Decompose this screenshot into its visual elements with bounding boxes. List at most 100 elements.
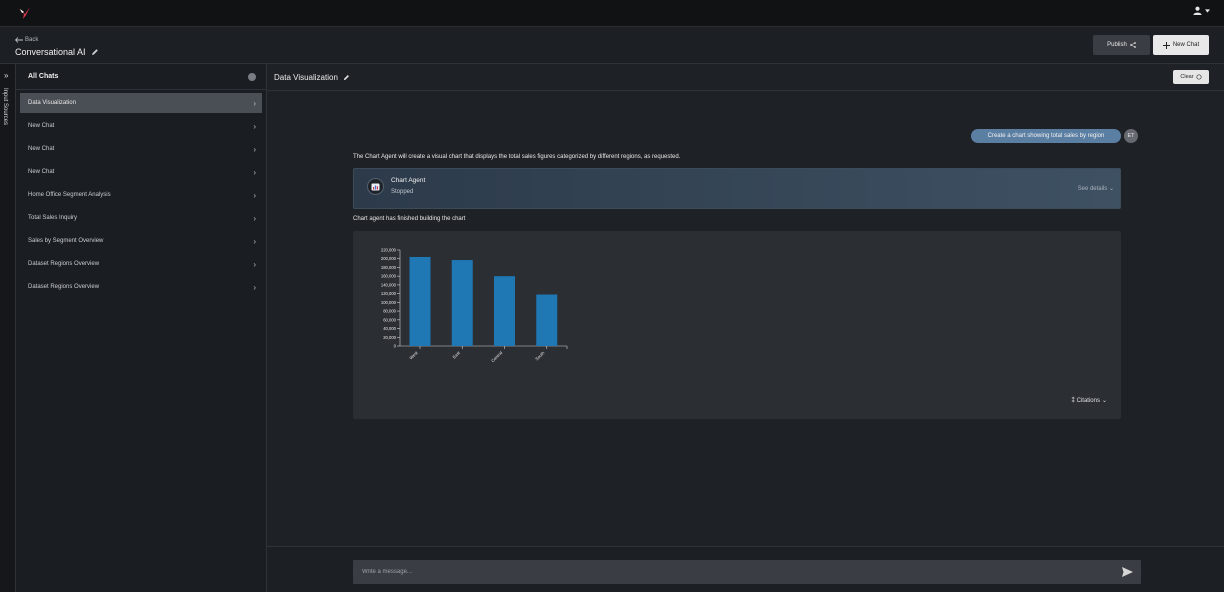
clear-button[interactable]: Clear <box>1173 70 1209 84</box>
app-title: Conversational AI <box>15 47 99 57</box>
bar <box>409 256 431 346</box>
citations-icon: ⁑ <box>1071 398 1075 404</box>
chat-item-dataset-regions-overview[interactable]: Dataset Regions Overview › <box>20 254 262 274</box>
bar <box>536 294 558 346</box>
chat-sidebar: All Chats Data Visualization › New Chat › … <box>16 64 267 592</box>
back-label: Back <box>25 37 39 43</box>
chevron-down-icon: ⌄ <box>1108 186 1114 192</box>
y-tick-label: 220,000 <box>381 248 397 253</box>
chart-finished-text: Chart agent has finished building the ch… <box>353 216 466 222</box>
sidebar-title: All Chats <box>28 73 59 80</box>
chevron-right-icon: › <box>253 144 256 154</box>
y-tick-label: 140,000 <box>381 282 397 287</box>
chat-item-total-sales-inquiry[interactable]: Total Sales Inquiry › <box>20 208 262 228</box>
assistant-response-text: The Chart Agent will create a visual cha… <box>353 154 681 160</box>
message-input[interactable] <box>353 560 1141 584</box>
chat-item-label: New Chat <box>28 146 55 152</box>
chevron-right-icon: › <box>253 167 256 177</box>
bar-chart: 0 20,000 40,000 60,000 80,000 100,000 120,000 1… <box>381 248 568 363</box>
x-tick-label: East <box>451 350 461 360</box>
chevron-right-icon: › <box>253 98 256 108</box>
new-chat-label: New Chat <box>1172 42 1200 48</box>
app-title-text: Conversational AI <box>15 47 86 57</box>
x-tick-label: Central <box>490 350 503 363</box>
citations-label: Citations <box>1076 397 1100 404</box>
share-icon <box>1129 42 1136 48</box>
chart-agent-icon <box>367 178 384 195</box>
x-tick-label: South <box>534 350 546 362</box>
chevron-right-icon: › <box>253 213 256 223</box>
citations-toggle[interactable]: ⁑ Citations ⌄ <box>1071 397 1107 405</box>
chat-item-new-chat[interactable]: New Chat › <box>20 162 262 182</box>
see-details-link[interactable]: See details ⌄ <box>1078 185 1114 192</box>
bar <box>494 276 515 346</box>
y-tick-label: 40,000 <box>383 326 396 331</box>
y-tick-label: 160,000 <box>381 274 397 279</box>
publish-button[interactable]: Publish <box>1093 35 1150 55</box>
chat-item-label: Total Sales Inquiry <box>28 215 78 221</box>
edit-pencil-icon[interactable] <box>343 74 350 81</box>
chat-item-label: Data Visualization <box>28 100 76 106</box>
chat-item-label: New Chat <box>28 169 55 175</box>
chat-list: Data Visualization › New Chat › New Chat › … <box>16 90 266 297</box>
agent-status-card: Chart Agent Stopped See details ⌄ <box>353 168 1121 209</box>
publish-label: Publish <box>1107 42 1127 48</box>
chevron-right-icon: › <box>253 121 256 131</box>
reset-icon <box>1196 74 1202 80</box>
top-bar <box>0 0 1224 27</box>
back-link[interactable]: Back <box>15 37 38 43</box>
chat-item-new-chat[interactable]: New Chat › <box>20 139 262 159</box>
chat-item-label: Dataset Regions Overview <box>28 261 100 267</box>
new-chat-button[interactable]: New Chat <box>1153 35 1209 55</box>
y-tick-label: 80,000 <box>383 309 396 314</box>
chart-card: 0 20,000 40,000 60,000 80,000 100,000 120,000 1… <box>353 231 1121 419</box>
y-tick-label: 0 <box>394 344 397 349</box>
sidebar-header: All Chats <box>16 64 266 90</box>
hummingbird-logo-icon[interactable] <box>16 5 32 21</box>
input-sources-tab[interactable]: Input Sources <box>2 88 8 125</box>
user-icon <box>1193 6 1202 15</box>
chat-item-dataset-regions-overview[interactable]: Dataset Regions Overview › <box>20 277 262 297</box>
y-tick-label: 120,000 <box>381 291 397 296</box>
y-tick-label: 60,000 <box>383 317 396 322</box>
plus-icon <box>1162 41 1170 49</box>
avatar: ET <box>1124 129 1138 143</box>
send-icon <box>1121 567 1133 577</box>
chat-item-label: Sales by Segment Overview <box>28 238 104 244</box>
chat-header: Data Visualization <box>267 64 1224 91</box>
bar <box>451 260 473 346</box>
chevron-right-icon: › <box>253 236 256 246</box>
x-tick-label: West <box>408 350 419 361</box>
y-tick-label: 200,000 <box>381 256 397 261</box>
composer <box>267 546 1224 592</box>
y-tick-label: 180,000 <box>381 265 397 270</box>
chat-item-label: Home Office Segment Analysis <box>28 192 111 198</box>
chat-item-label: New Chat <box>28 123 55 129</box>
chat-item-data-visualization[interactable]: Data Visualization › <box>20 93 262 113</box>
chevron-down-icon: ⌄ <box>1101 398 1107 404</box>
caret-down-icon <box>1205 8 1210 13</box>
agent-name: Chart Agent <box>391 177 426 184</box>
input-sources-rail: » Input Sources <box>0 64 16 592</box>
agent-status: Stopped <box>391 189 414 195</box>
user-menu[interactable] <box>1193 6 1210 15</box>
chat-item-home-office-segment-analysis[interactable]: Home Office Segment Analysis › <box>20 185 262 205</box>
chevron-right-icon: › <box>253 259 256 269</box>
y-tick-label: 100,000 <box>381 300 397 305</box>
chevron-right-icon: › <box>253 190 256 200</box>
clear-label: Clear <box>1180 74 1194 80</box>
chat-main-panel: Data Visualization Clear Create a chart … <box>267 64 1224 592</box>
chat-item-label: Dataset Regions Overview <box>28 284 100 290</box>
app-header: Back Conversational AI <box>0 27 1224 64</box>
user-message-bubble: Create a chart showing total sales by re… <box>971 129 1121 143</box>
close-circle-icon[interactable] <box>248 72 256 81</box>
send-button[interactable] <box>1119 564 1135 580</box>
chat-item-sales-by-segment-overview[interactable]: Sales by Segment Overview › <box>20 231 262 251</box>
edit-pencil-icon[interactable] <box>91 48 99 56</box>
chat-title: Data Visualization <box>274 72 338 82</box>
arrow-left-icon <box>15 37 23 43</box>
expand-double-chevron-icon[interactable]: » <box>4 71 8 80</box>
chevron-right-icon: › <box>253 282 256 292</box>
chat-item-new-chat[interactable]: New Chat › <box>20 116 262 136</box>
y-tick-label: 20,000 <box>383 335 396 340</box>
